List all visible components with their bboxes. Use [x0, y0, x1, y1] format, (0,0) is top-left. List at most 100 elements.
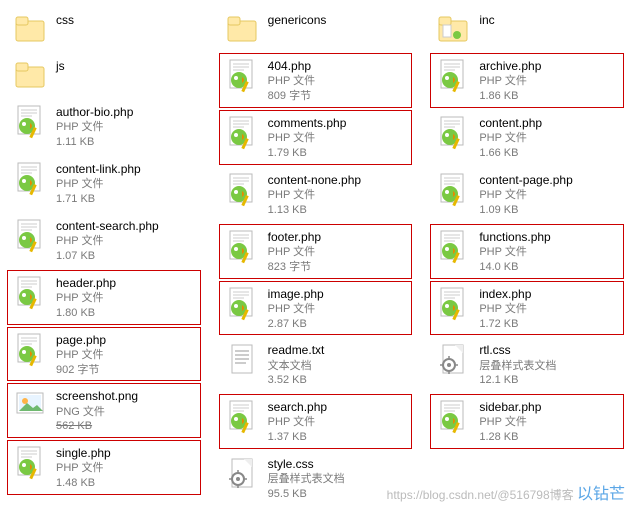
file-type: PHP 文件 — [56, 461, 111, 476]
file-size: 3.52 KB — [268, 373, 325, 388]
file-name: comments.php — [268, 115, 347, 131]
column-1: genericons 404.phpPHP 文件809 字节 comments.ph… — [220, 8, 412, 505]
file-size: 823 字节 — [268, 260, 321, 275]
file-size: 95.5 KB — [268, 487, 345, 502]
file-meta: style.css层叠样式表文档95.5 KB — [268, 455, 345, 502]
file-meta: content-none.phpPHP 文件1.13 KB — [268, 171, 361, 218]
file-meta: page.phpPHP 文件902 字节 — [56, 331, 106, 378]
column-2: incarchive.phpPHP 文件1.86 KBcontent.phpPH… — [431, 8, 623, 505]
file-item[interactable]: style.css层叠样式表文档95.5 KB — [220, 452, 412, 505]
file-item[interactable]: index.phpPHP 文件1.72 KB — [431, 282, 623, 335]
file-item[interactable]: inc — [431, 8, 623, 50]
file-name: content-none.php — [268, 172, 361, 188]
file-item[interactable]: genericons — [220, 8, 412, 50]
file-name: author-bio.php — [56, 104, 133, 120]
file-name: readme.txt — [268, 342, 325, 358]
php-icon — [224, 171, 260, 207]
file-size: 1.80 KB — [56, 306, 116, 321]
folder-icon — [12, 57, 48, 93]
file-size: 562 KB — [56, 419, 138, 434]
file-item[interactable]: search.phpPHP 文件1.37 KB — [220, 395, 412, 448]
file-meta: js — [56, 57, 65, 74]
file-name: header.php — [56, 275, 116, 291]
file-meta: search.phpPHP 文件1.37 KB — [268, 398, 327, 445]
file-size: 1.79 KB — [268, 146, 347, 161]
file-item[interactable]: functions.phpPHP 文件14.0 KB — [431, 225, 623, 278]
file-meta: archive.phpPHP 文件1.86 KB — [479, 57, 541, 104]
file-name: single.php — [56, 445, 111, 461]
file-item[interactable]: content-page.phpPHP 文件1.09 KB — [431, 168, 623, 221]
file-item[interactable]: rtl.css层叠样式表文档12.1 KB — [431, 338, 623, 391]
php-icon — [435, 285, 471, 321]
php-icon — [12, 160, 48, 196]
file-name: content.php — [479, 115, 542, 131]
php-icon — [435, 57, 471, 93]
file-size: 1.48 KB — [56, 476, 111, 491]
file-item[interactable]: css — [8, 8, 200, 50]
file-size: 1.66 KB — [479, 146, 542, 161]
file-type: PHP 文件 — [56, 348, 106, 363]
file-name: rtl.css — [479, 342, 556, 358]
file-size: 1.11 KB — [56, 135, 133, 150]
file-item[interactable]: 404.phpPHP 文件809 字节 — [220, 54, 412, 107]
file-item[interactable]: page.phpPHP 文件902 字节 — [8, 328, 200, 381]
file-meta: genericons — [268, 11, 327, 28]
file-item[interactable]: footer.phpPHP 文件823 字节 — [220, 225, 412, 278]
file-size: 14.0 KB — [479, 260, 550, 275]
file-type: PHP 文件 — [479, 302, 531, 317]
file-meta: image.phpPHP 文件2.87 KB — [268, 285, 324, 332]
php-icon — [224, 398, 260, 434]
file-meta: single.phpPHP 文件1.48 KB — [56, 444, 111, 491]
file-item[interactable]: author-bio.phpPHP 文件1.11 KB — [8, 100, 200, 153]
file-type: PHP 文件 — [479, 415, 541, 430]
file-item[interactable]: content-search.phpPHP 文件1.07 KB — [8, 214, 200, 267]
file-meta: rtl.css层叠样式表文档12.1 KB — [479, 341, 556, 388]
file-size: 1.13 KB — [268, 203, 361, 218]
file-item[interactable]: js — [8, 54, 200, 96]
file-item[interactable]: content-link.phpPHP 文件1.71 KB — [8, 157, 200, 210]
file-size: 902 字节 — [56, 363, 106, 378]
file-size: 1.37 KB — [268, 430, 327, 445]
file-meta: functions.phpPHP 文件14.0 KB — [479, 228, 550, 275]
file-item[interactable]: sidebar.phpPHP 文件1.28 KB — [431, 395, 623, 448]
file-item[interactable]: archive.phpPHP 文件1.86 KB — [431, 54, 623, 107]
php-icon — [12, 331, 48, 367]
file-meta: 404.phpPHP 文件809 字节 — [268, 57, 315, 104]
file-item[interactable]: single.phpPHP 文件1.48 KB — [8, 441, 200, 494]
folder-icon — [12, 11, 48, 47]
file-name: 404.php — [268, 58, 315, 74]
file-type: PHP 文件 — [268, 188, 361, 203]
file-size: 12.1 KB — [479, 373, 556, 388]
folder-open-icon — [435, 11, 471, 47]
php-icon — [224, 228, 260, 264]
file-meta: screenshot.pngPNG 文件562 KB — [56, 387, 138, 434]
file-name: archive.php — [479, 58, 541, 74]
file-meta: inc — [479, 11, 494, 28]
file-type: PNG 文件 — [56, 405, 138, 420]
php-icon — [12, 274, 48, 310]
file-item[interactable]: screenshot.pngPNG 文件562 KB — [8, 384, 200, 437]
file-item[interactable]: header.phpPHP 文件1.80 KB — [8, 271, 200, 324]
php-icon — [12, 103, 48, 139]
file-size: 1.28 KB — [479, 430, 541, 445]
file-name: content-link.php — [56, 161, 141, 177]
file-type: PHP 文件 — [479, 131, 542, 146]
txt-icon — [224, 341, 260, 377]
file-meta: content-page.phpPHP 文件1.09 KB — [479, 171, 572, 218]
php-icon — [12, 217, 48, 253]
file-size: 1.86 KB — [479, 89, 541, 104]
file-grid: cssjsauthor-bio.phpPHP 文件1.11 KBcontent-… — [0, 0, 631, 513]
file-item[interactable]: readme.txt文本文档3.52 KB — [220, 338, 412, 391]
folder-icon — [224, 11, 260, 47]
file-item[interactable]: content.phpPHP 文件1.66 KB — [431, 111, 623, 164]
file-size: 1.71 KB — [56, 192, 141, 207]
file-item[interactable]: content-none.phpPHP 文件1.13 KB — [220, 168, 412, 221]
file-name: genericons — [268, 12, 327, 28]
file-meta: content-search.phpPHP 文件1.07 KB — [56, 217, 159, 264]
file-item[interactable]: comments.phpPHP 文件1.79 KB — [220, 111, 412, 164]
file-meta: index.phpPHP 文件1.72 KB — [479, 285, 531, 332]
file-meta: content.phpPHP 文件1.66 KB — [479, 114, 542, 161]
file-item[interactable]: image.phpPHP 文件2.87 KB — [220, 282, 412, 335]
file-meta: sidebar.phpPHP 文件1.28 KB — [479, 398, 541, 445]
file-name: content-search.php — [56, 218, 159, 234]
